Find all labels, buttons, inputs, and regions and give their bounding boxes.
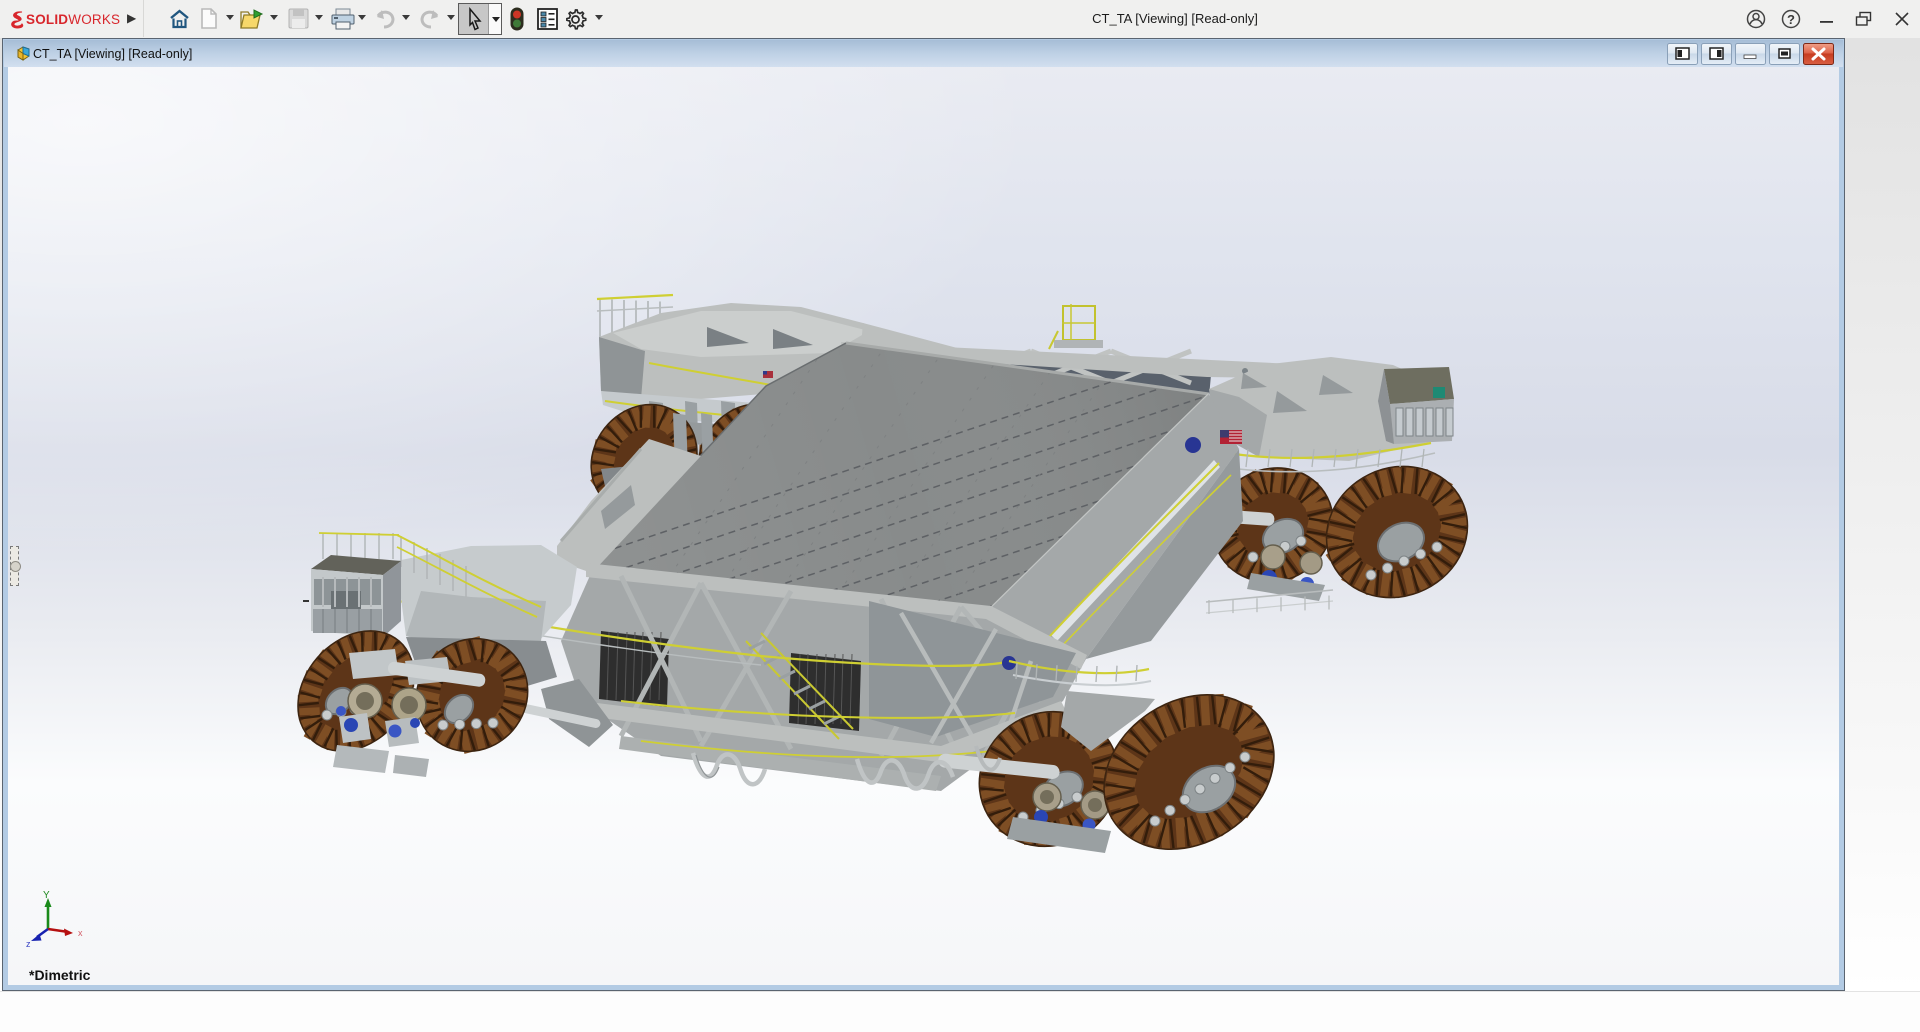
svg-text:x: x <box>78 928 83 938</box>
svg-text:Y: Y <box>43 890 50 901</box>
svg-text:SOLIDWORKS: SOLIDWORKS <box>26 12 120 27</box>
svg-text:?: ? <box>1787 12 1795 27</box>
svg-text:z: z <box>26 939 31 949</box>
